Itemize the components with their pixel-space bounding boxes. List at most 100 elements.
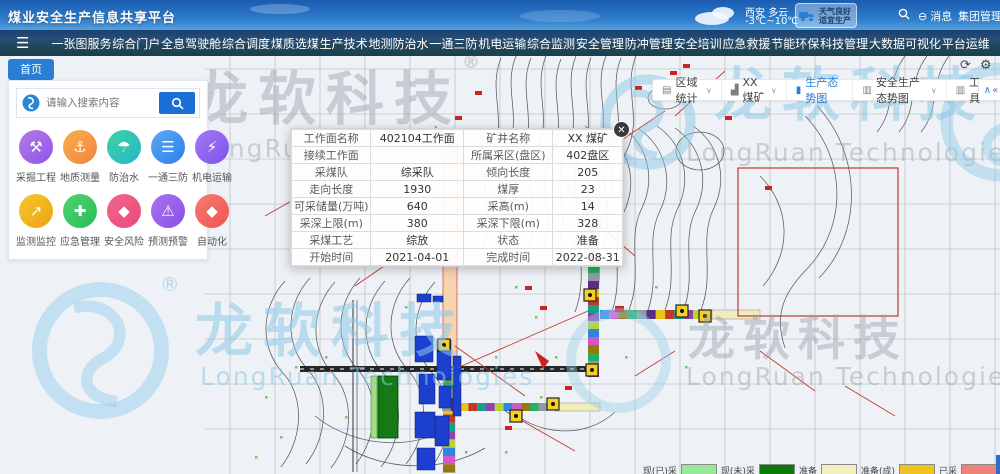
- station-markers: [438, 289, 711, 422]
- nav-item-17[interactable]: 平台运维: [942, 35, 990, 52]
- quick-entry-1[interactable]: ⚓ 地质测量: [60, 130, 100, 184]
- user-role[interactable]: 集团管理员: [958, 8, 1000, 24]
- quick-entry-5[interactable]: ↗ 监测监控: [16, 194, 56, 248]
- quick-icon-grid: ⚒采掘工程⚓地质测量☂防治水☰一通三防⚡机电运输↗监测监控✚应急管理◆安全风险⚠…: [16, 130, 200, 252]
- dialog-cell: 矿井名称: [464, 130, 553, 147]
- nav-item-3[interactable]: 综合调度: [222, 35, 270, 52]
- nav-item-16[interactable]: 大数据可视化: [869, 35, 941, 52]
- search-button[interactable]: [159, 92, 195, 114]
- messages-button[interactable]: ⊖ 消息: [918, 8, 952, 24]
- safety-map-button[interactable]: ▥ 安全生产态势图∨: [852, 80, 945, 100]
- dialog-cell: 2022-08-31: [553, 249, 623, 266]
- nav-item-2[interactable]: 全息驾驶舱: [161, 35, 221, 52]
- nav-item-12[interactable]: 安全培训: [674, 35, 722, 52]
- quick-entry-0[interactable]: ⚒ 采掘工程: [16, 130, 56, 184]
- dialog-cell: 综放: [371, 232, 464, 249]
- search-input[interactable]: [46, 97, 154, 109]
- dialog-cell: 23: [553, 181, 623, 198]
- nav-item-13[interactable]: 应急救援: [722, 35, 770, 52]
- dialog-cell: 380: [371, 215, 464, 232]
- quick-entry-7[interactable]: ◆安全风险: [104, 194, 144, 248]
- dialog-cell: 采深上限(m): [292, 215, 371, 232]
- scrollbar[interactable]: [996, 455, 1000, 474]
- quick-entry-label: 采掘工程: [16, 169, 56, 184]
- nav-item-15[interactable]: 科技管理: [820, 35, 868, 52]
- quick-entry-3[interactable]: ☰一通三防: [148, 130, 188, 184]
- svg-text:®: ®: [160, 273, 180, 296]
- chevron-down-icon: ∨: [706, 86, 712, 95]
- nav-item-5[interactable]: 生产技术: [320, 35, 368, 52]
- bar-chart-icon: ▟: [731, 85, 739, 96]
- quick-entry-label: 地质测量: [60, 169, 100, 184]
- nav-items: 一张图服务综合门户全息驾驶舱综合调度煤质选煤生产技术地测防治水一通三防机电运输综…: [51, 35, 990, 52]
- quick-entry-9[interactable]: ◆ 自动化: [192, 194, 232, 248]
- map-toolbar: ▤ 区域统计∨ ▟ XX 煤矿∨ ▮ 生产态势图 ▥ 安全生产态势图∨ ▥ 工具…: [652, 79, 1000, 101]
- dialog-cell: 走向长度: [292, 181, 371, 198]
- search-bar: [16, 88, 200, 118]
- nav-item-0[interactable]: 一张图服务: [51, 35, 111, 52]
- wrench-icon: ⚒: [19, 130, 53, 164]
- double-chevron-icon: «: [992, 85, 998, 96]
- quick-entry-6[interactable]: ✚应急管理: [60, 194, 100, 248]
- dialog-cell: 综采队: [371, 164, 464, 181]
- search-icon: [171, 97, 184, 110]
- quick-entry-4[interactable]: ⚡ 机电运输: [192, 130, 232, 184]
- nav-item-14[interactable]: 节能环保: [771, 35, 819, 52]
- nav-item-1[interactable]: 综合门户: [112, 35, 160, 52]
- close-icon[interactable]: ✕: [613, 121, 630, 138]
- bar-chart-icon: ▮: [796, 85, 802, 96]
- weather-status-line1: 天气良好: [819, 7, 851, 16]
- dialog-cell: 采高(m): [464, 198, 553, 215]
- dialog-cell: XX 煤矿: [553, 130, 623, 147]
- quick-entry-label: 机电运输: [192, 169, 232, 184]
- nav-item-10[interactable]: 安全管理: [576, 35, 624, 52]
- nav-item-8[interactable]: 机电运输: [478, 35, 526, 52]
- refresh-icon[interactable]: ⟳: [960, 58, 971, 73]
- bar-chart-icon: ▥: [956, 85, 965, 96]
- anchor-icon: ⚓: [63, 130, 97, 164]
- quick-entry-2[interactable]: ☂防治水: [104, 130, 144, 184]
- legend-label: 准备(成): [861, 464, 895, 474]
- plug-icon: ⚡: [195, 130, 229, 164]
- production-map-button[interactable]: ▮ 生产态势图: [786, 80, 853, 100]
- chart-icon: ↗: [19, 194, 53, 228]
- chevron-up-icon: ∧: [984, 85, 991, 96]
- quick-entry-label: 自动化: [197, 233, 227, 248]
- first-aid-icon: ✚: [63, 194, 97, 228]
- region-stats-button[interactable]: ▤ 区域统计∨: [653, 80, 721, 100]
- dialog-cell: 可采储量(万吨): [292, 198, 371, 215]
- quick-entry-label: 监测监控: [16, 233, 56, 248]
- quick-entry-label: 预测预警: [148, 233, 188, 248]
- gear-icon[interactable]: ⚙: [980, 58, 992, 73]
- search-icon[interactable]: [898, 8, 910, 23]
- quick-entry-label: 安全风险: [104, 233, 144, 248]
- weather-status-widget[interactable]: 天气良好 适宜生产: [795, 3, 857, 28]
- dialog-cell: 完成时间: [464, 249, 553, 266]
- nav-item-11[interactable]: 防冲管理: [625, 35, 673, 52]
- gem-icon: ◆: [195, 194, 229, 228]
- weather-status-line2: 适宜生产: [819, 16, 851, 25]
- collapse-toolbar-button[interactable]: ∧«: [978, 79, 1000, 101]
- dialog-cell: 402盘区: [553, 147, 623, 164]
- nav-item-9[interactable]: 综合监测: [527, 35, 575, 52]
- dialog-cell: 工作面名称: [292, 130, 371, 147]
- quick-entry-label: 一通三防: [148, 169, 188, 184]
- dialog-cell: 328: [553, 215, 623, 232]
- legend-swatch: [681, 464, 717, 474]
- tab-home[interactable]: 首页: [8, 59, 54, 80]
- grid-icon: ▤: [662, 85, 671, 96]
- nav-item-7[interactable]: 一通三防: [429, 35, 477, 52]
- status-legend: 现(已)采现(未)采准备准备(成)已采: [643, 464, 997, 474]
- dialog-cell: 倾向长度: [464, 164, 553, 181]
- nav-item-4[interactable]: 煤质选煤: [271, 35, 319, 52]
- chevron-down-icon: ∨: [771, 86, 777, 95]
- mine-selector[interactable]: ▟ XX 煤矿∨: [721, 80, 786, 100]
- nav-item-6[interactable]: 地测防治水: [369, 35, 429, 52]
- app-window: 煤业安全生产信息共享平台 西安 多云 -3℃~10℃ 天气良好 适宜生产 ⊖ 消…: [0, 0, 1000, 474]
- quick-entry-8[interactable]: ⚠预测预警: [148, 194, 188, 248]
- legend-swatch: [961, 464, 997, 474]
- legend-label: 准备: [799, 464, 817, 474]
- dialog-cell: 状态: [464, 232, 553, 249]
- hamburger-menu-icon[interactable]: ☰: [16, 34, 29, 52]
- dialog-cell: 402104工作面: [371, 130, 464, 147]
